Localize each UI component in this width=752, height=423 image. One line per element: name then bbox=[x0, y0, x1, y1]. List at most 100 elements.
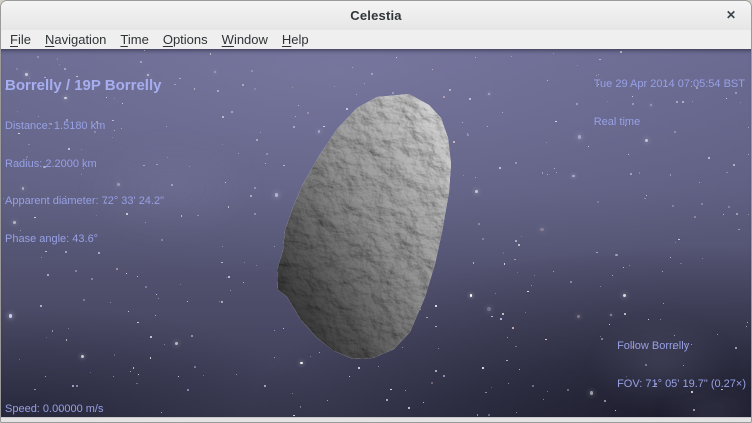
space-view[interactable]: Borrelly / 19P Borrelly Distance: 1.5180… bbox=[1, 49, 751, 417]
star bbox=[547, 80, 548, 81]
star bbox=[256, 265, 257, 266]
title-bar[interactable]: Celestia ✕ bbox=[1, 1, 751, 30]
star bbox=[194, 366, 196, 368]
menu-help[interactable]: Help bbox=[275, 30, 316, 49]
star bbox=[542, 172, 543, 173]
star bbox=[514, 259, 516, 261]
selected-object-name: Borrelly / 19P Borrelly bbox=[5, 77, 164, 94]
star bbox=[532, 385, 534, 387]
star bbox=[463, 175, 464, 176]
star bbox=[508, 383, 509, 384]
star bbox=[600, 286, 601, 287]
star bbox=[238, 153, 240, 155]
star bbox=[371, 73, 373, 75]
star bbox=[610, 314, 612, 316]
star bbox=[300, 407, 301, 408]
navigation-status: Follow Borrelly FOV: 71° 05' 19.7" (0.27… bbox=[617, 315, 746, 415]
star bbox=[435, 370, 437, 372]
star bbox=[352, 67, 353, 68]
star bbox=[242, 84, 244, 86]
star bbox=[167, 157, 168, 158]
star bbox=[137, 276, 138, 277]
star bbox=[378, 366, 379, 367]
star bbox=[171, 184, 173, 186]
star bbox=[221, 301, 223, 303]
star bbox=[254, 88, 256, 90]
comet-borrelly-3d-object[interactable] bbox=[276, 92, 452, 360]
star bbox=[264, 385, 266, 387]
star bbox=[485, 392, 487, 394]
star bbox=[555, 121, 557, 123]
star bbox=[694, 216, 696, 218]
star bbox=[506, 360, 508, 362]
close-icon[interactable]: ✕ bbox=[721, 6, 741, 26]
star bbox=[567, 389, 569, 391]
menu-time[interactable]: Time bbox=[113, 30, 155, 49]
star bbox=[256, 139, 258, 141]
star bbox=[488, 93, 490, 95]
star bbox=[597, 201, 599, 203]
star bbox=[507, 337, 508, 338]
star bbox=[629, 265, 630, 266]
star bbox=[91, 278, 93, 280]
star bbox=[144, 50, 145, 51]
star bbox=[525, 312, 527, 314]
star bbox=[254, 213, 255, 214]
star bbox=[590, 391, 593, 394]
star bbox=[222, 246, 223, 247]
star bbox=[556, 172, 558, 174]
star bbox=[191, 335, 193, 337]
star bbox=[630, 173, 632, 175]
menu-navigation[interactable]: Navigation bbox=[38, 30, 113, 49]
star bbox=[748, 214, 749, 215]
speed-readout: Speed: 0.00000 m/s bbox=[5, 403, 103, 416]
star bbox=[600, 336, 601, 337]
star bbox=[68, 328, 69, 329]
star bbox=[81, 355, 84, 358]
star bbox=[180, 284, 181, 285]
star bbox=[543, 399, 544, 400]
star bbox=[164, 344, 166, 346]
star bbox=[83, 299, 85, 301]
menu-options[interactable]: Options bbox=[156, 30, 215, 49]
star bbox=[487, 126, 488, 127]
star bbox=[663, 303, 664, 304]
star bbox=[334, 86, 335, 87]
star bbox=[432, 69, 433, 70]
star bbox=[515, 346, 517, 348]
star bbox=[293, 415, 295, 417]
star bbox=[467, 133, 468, 134]
menu-file[interactable]: File bbox=[3, 30, 38, 49]
selection-info: Borrelly / 19P Borrelly Distance: 1.5180… bbox=[5, 52, 164, 270]
star bbox=[194, 88, 196, 90]
star bbox=[491, 387, 492, 388]
star bbox=[746, 326, 747, 327]
star bbox=[572, 175, 574, 177]
star bbox=[158, 298, 159, 299]
star bbox=[181, 215, 183, 217]
star bbox=[546, 142, 547, 143]
star bbox=[90, 372, 92, 374]
star bbox=[512, 327, 514, 329]
star bbox=[646, 195, 648, 197]
star bbox=[491, 316, 493, 318]
star bbox=[601, 338, 603, 340]
star bbox=[545, 339, 547, 341]
star bbox=[516, 412, 518, 414]
star bbox=[475, 177, 476, 178]
star bbox=[596, 252, 597, 253]
star bbox=[150, 357, 152, 359]
star bbox=[72, 385, 74, 387]
star bbox=[644, 198, 646, 200]
star bbox=[174, 84, 175, 85]
star bbox=[254, 187, 256, 189]
star bbox=[554, 168, 555, 169]
star bbox=[588, 146, 589, 147]
star bbox=[214, 71, 216, 73]
radius-readout: Radius: 2.2000 km bbox=[5, 158, 164, 171]
star bbox=[114, 354, 115, 355]
menu-window[interactable]: Window bbox=[215, 30, 275, 49]
star bbox=[300, 406, 301, 407]
star bbox=[128, 311, 129, 312]
star bbox=[487, 307, 491, 311]
